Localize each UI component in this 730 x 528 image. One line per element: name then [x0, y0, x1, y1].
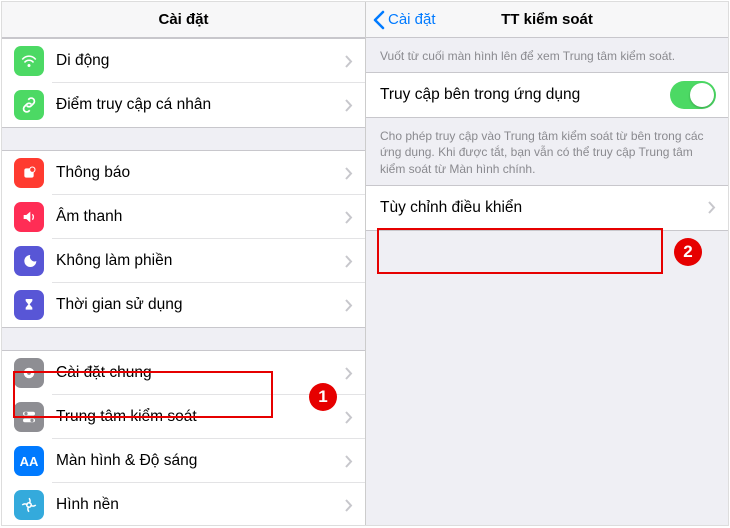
- group-access: Truy cập bên trong ứng dụng: [366, 72, 728, 118]
- gear-icon: [14, 358, 44, 388]
- control-center-pane: Cài đặt TT kiểm soát Vuốt từ cuối màn hì…: [365, 2, 728, 525]
- row-sounds[interactable]: Âm thanh: [2, 195, 365, 239]
- row-label: Di động: [56, 52, 345, 70]
- group-general: Cài đặt chung Trung tâm kiểm soát AA Màn…: [2, 350, 365, 525]
- row-label: Điểm truy cập cá nhân: [56, 96, 345, 114]
- highlight-box: [377, 228, 663, 274]
- row-label: Tùy chỉnh điều khiển: [380, 199, 708, 217]
- row-dnd[interactable]: Không làm phiền: [2, 239, 365, 283]
- row-display[interactable]: AA Màn hình & Độ sáng: [2, 439, 365, 483]
- back-label: Cài đặt: [388, 11, 436, 28]
- note: Cho phép truy cập vào Trung tâm kiểm soá…: [366, 118, 728, 185]
- row-customize-controls[interactable]: Tùy chỉnh điều khiển: [366, 186, 728, 230]
- chevron-right-icon: [345, 255, 353, 268]
- row-label: Cài đặt chung: [56, 364, 345, 382]
- aa-icon: AA: [14, 446, 44, 476]
- page-title: Cài đặt: [158, 11, 208, 28]
- row-label: Không làm phiền: [56, 252, 345, 270]
- moon-icon: [14, 246, 44, 276]
- hourglass-icon: [14, 290, 44, 320]
- row-label: Trung tâm kiểm soát: [56, 408, 345, 426]
- chevron-right-icon: [345, 167, 353, 180]
- callout-2: 2: [674, 238, 702, 266]
- back-button[interactable]: Cài đặt: [372, 10, 436, 30]
- chevron-right-icon: [345, 455, 353, 468]
- chevron-right-icon: [345, 99, 353, 112]
- chevron-right-icon: [345, 411, 353, 424]
- group-notifications: Thông báo Âm thanh Không làm phiền: [2, 150, 365, 328]
- chevron-right-icon: [345, 367, 353, 380]
- callout-1: 1: [309, 383, 337, 411]
- header: Cài đặt TT kiểm soát: [366, 2, 728, 38]
- sound-icon: [14, 202, 44, 232]
- link-icon: [14, 90, 44, 120]
- chevron-right-icon: [345, 211, 353, 224]
- row-screentime[interactable]: Thời gian sử dụng: [2, 283, 365, 327]
- row-label: Âm thanh: [56, 208, 345, 226]
- settings-pane: Cài đặt Di động Điểm truy cập cá nhân: [2, 2, 365, 525]
- row-notifications[interactable]: Thông báo: [2, 151, 365, 195]
- chevron-right-icon: [345, 55, 353, 68]
- row-hotspot[interactable]: Điểm truy cập cá nhân: [2, 83, 365, 127]
- chevron-right-icon: [708, 201, 716, 214]
- row-wallpaper[interactable]: Hình nền: [2, 483, 365, 525]
- row-label: Màn hình & Độ sáng: [56, 452, 345, 470]
- row-cellular[interactable]: Di động: [2, 39, 365, 83]
- bell-icon: [14, 158, 44, 188]
- group-network: Di động Điểm truy cập cá nhân: [2, 38, 365, 128]
- antenna-icon: [14, 46, 44, 76]
- toggle-switch[interactable]: [670, 81, 716, 109]
- row-label: Hình nền: [56, 496, 345, 514]
- group-customize: Tùy chỉnh điều khiển: [366, 185, 728, 231]
- row-label: Truy cập bên trong ứng dụng: [380, 86, 670, 104]
- row-label: Thời gian sử dụng: [56, 296, 345, 314]
- row-access-in-apps[interactable]: Truy cập bên trong ứng dụng: [366, 73, 728, 117]
- wallpaper-icon: [14, 490, 44, 520]
- header: Cài đặt: [2, 2, 365, 38]
- note: Vuốt từ cuối màn hình lên để xem Trung t…: [366, 38, 728, 72]
- chevron-right-icon: [345, 299, 353, 312]
- row-label: Thông báo: [56, 164, 345, 182]
- page-title: TT kiểm soát: [501, 11, 593, 28]
- chevron-right-icon: [345, 499, 353, 512]
- controls-icon: [14, 402, 44, 432]
